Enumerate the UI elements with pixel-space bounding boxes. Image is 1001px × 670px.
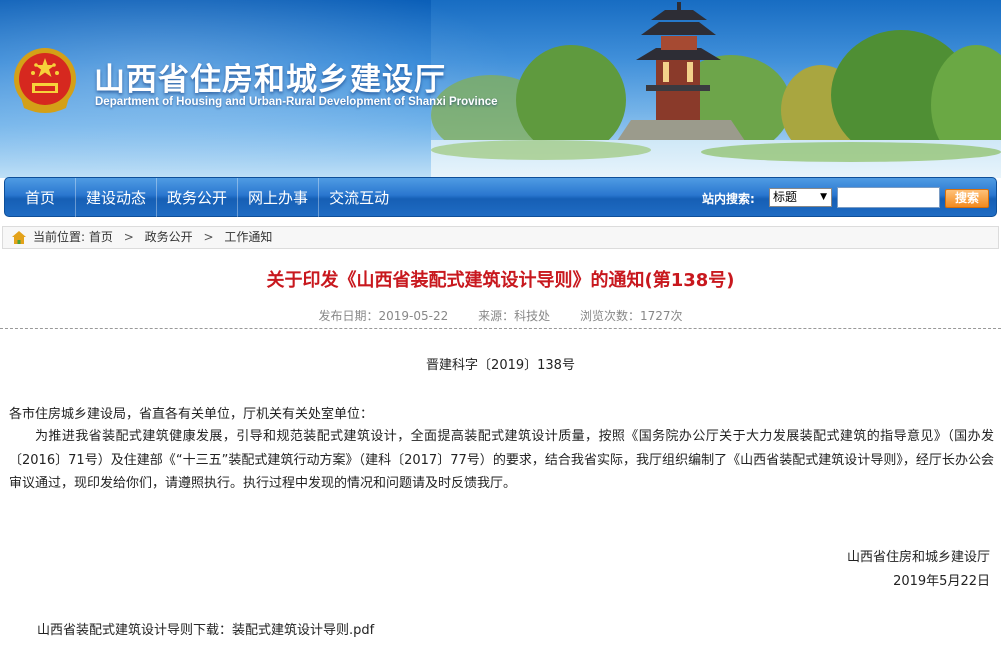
caret-down-icon: ▼ [820, 192, 827, 202]
breadcrumb-item-home[interactable]: 首页 [89, 230, 113, 244]
nav-items: 首页 建设动态 政务公开 网上办事 交流互动 [15, 178, 399, 218]
site-subtitle: Department of Housing and Urban-Rural De… [95, 96, 498, 108]
breadcrumb-prefix: 当前位置: [33, 230, 86, 244]
breadcrumb-separator: > [123, 230, 134, 244]
nav-item-government-affairs[interactable]: 政务公开 [157, 178, 239, 218]
signature-date: 2019年5月22日 [893, 574, 990, 589]
search-label: 站内搜索: [702, 192, 755, 206]
download-line: 山西省装配式建筑设计导则下载：装配式建筑设计导则.pdf [37, 619, 374, 638]
nav-item-interaction[interactable]: 交流互动 [319, 178, 399, 218]
article-source: 来源：科技处 [478, 309, 551, 323]
nav-item-construction-news[interactable]: 建设动态 [76, 178, 158, 218]
divider [0, 328, 1001, 329]
breadcrumb-item-government-affairs[interactable]: 政务公开 [145, 230, 193, 244]
breadcrumb: 当前位置: 首页 > 政务公开 > 工作通知 [2, 226, 999, 249]
banner-landscape-image [431, 0, 1001, 178]
main-nav: 首页 建设动态 政务公开 网上办事 交流互动 站内搜索: 标题 ▼ 搜索 [4, 177, 997, 218]
breadcrumb-item-work-notices[interactable]: 工作通知 [224, 230, 272, 244]
document-number: 晋建科字〔2019〕138号 [426, 358, 575, 373]
article-title: 关于印发《山西省装配式建筑设计导则》的通知(第138号) [266, 270, 735, 291]
addressee: 各市住房城乡建设局，省直各有关单位，厅机关有关处室单位： [9, 407, 374, 422]
nav-item-home[interactable]: 首页 [15, 178, 77, 218]
home-icon [12, 231, 26, 244]
site-banner: 山西省住房和城乡建设厅 Department of Housing and Ur… [0, 0, 1001, 178]
search-field-select[interactable]: 标题 ▼ [769, 188, 832, 207]
download-label: 山西省装配式建筑设计导则下载： [37, 623, 233, 638]
nav-item-online-services[interactable]: 网上办事 [238, 178, 320, 218]
article-body: 为推进我省装配式建筑健康发展，引导和规范装配式建筑设计，全面提高装配式建筑设计质… [9, 429, 994, 491]
site-title: 山西省住房和城乡建设厅 [94, 62, 446, 98]
download-file-link[interactable]: 装配式建筑设计导则.pdf [232, 623, 374, 638]
search-select-value: 标题 [773, 190, 798, 204]
national-emblem-icon [14, 48, 76, 113]
breadcrumb-separator: > [203, 230, 214, 244]
search-input[interactable] [837, 187, 940, 208]
search-button[interactable]: 搜索 [945, 189, 989, 208]
view-count: 浏览次数：1727次 [579, 309, 683, 323]
publish-date: 发布日期：2019-05-22 [318, 309, 449, 323]
article-meta: 发布日期：2019-05-22 来源：科技处 浏览次数：1727次 [0, 307, 1001, 324]
signature-organization: 山西省住房和城乡建设厅 [846, 550, 990, 565]
